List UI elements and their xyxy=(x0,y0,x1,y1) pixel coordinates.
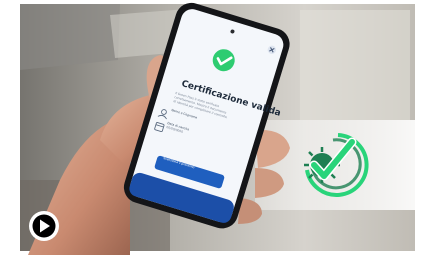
background-photo xyxy=(0,0,435,255)
photo-scene: Certificazione valida Il Green Pass è st… xyxy=(0,0,435,255)
play-icon[interactable] xyxy=(29,211,59,241)
